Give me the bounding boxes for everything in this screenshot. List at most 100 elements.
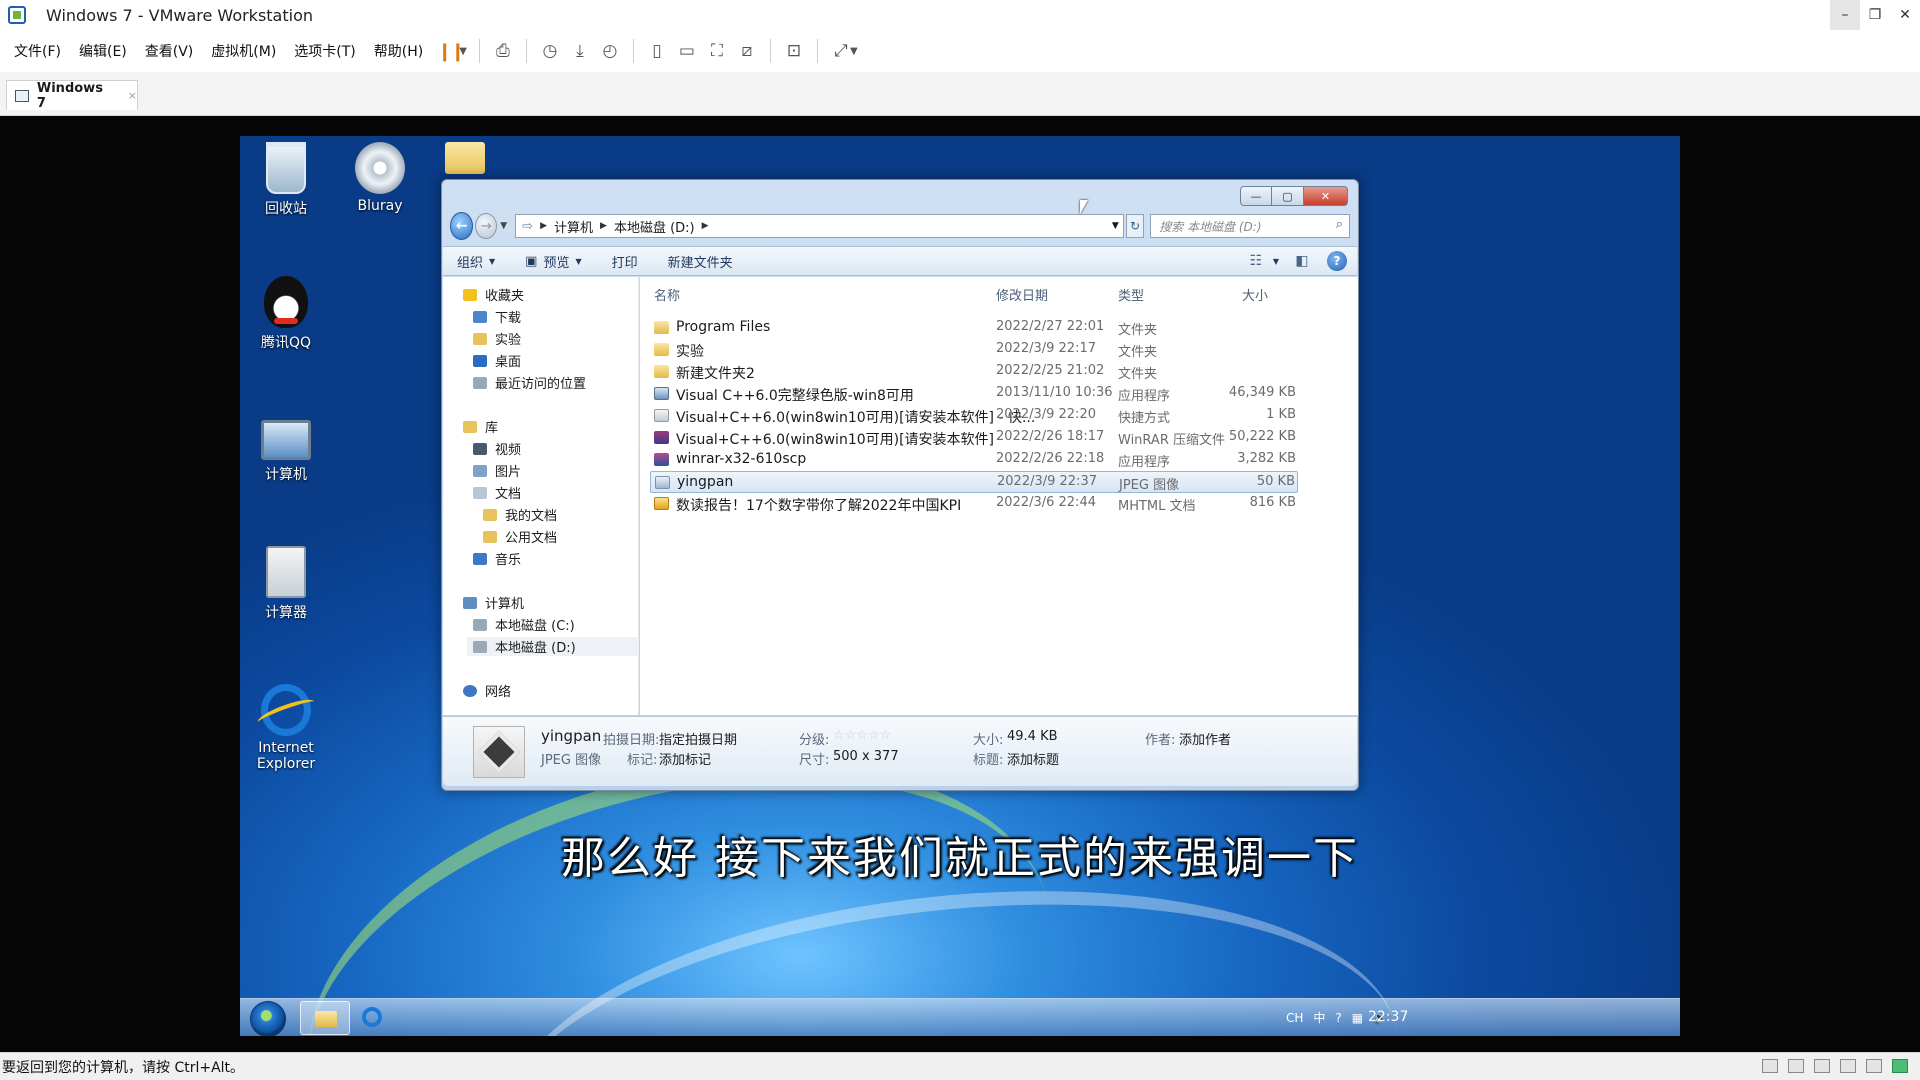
breadcrumb-drive-d[interactable]: 本地磁盘 (D:) [614,217,695,236]
hard-disk-status-icon[interactable] [1762,1059,1778,1073]
search-icon[interactable]: ⌕ [1336,217,1343,232]
desktop-icon-internet-explorer[interactable]: Internet Explorer [240,684,332,772]
library-view-icon[interactable]: ▯ [642,36,672,66]
file-list[interactable]: 名称 修改日期 类型 大小 Program Files 2022/2/27 22… [640,277,1358,715]
column-header-size[interactable]: 大小 [1242,285,1268,304]
volume-icon[interactable]: 🔈 [1373,1011,1388,1025]
rating-stars[interactable]: ☆☆☆☆☆ [833,728,891,743]
nav-desktop[interactable]: 桌面 [473,351,521,370]
nav-public-documents[interactable]: 公用文档 [483,527,557,546]
explorer-window[interactable]: — ▢ ✕ ← → ▼ ⇨ ▶ 计算机 ▶ 本地磁盘 (D:) ▶ ▼ ↻ 搜索… [441,179,1359,791]
ime-indicator[interactable]: 中 [1313,1009,1325,1026]
nav-drive-d[interactable]: 本地磁盘 (D:) [467,637,639,656]
nav-drive-c[interactable]: 本地磁盘 (C:) [473,615,575,634]
file-row[interactable]: 新建文件夹2 2022/2/25 21:02 文件夹 [650,361,1298,383]
chevron-right-icon[interactable]: ▶ [600,221,607,231]
guest-desktop[interactable]: 回收站 Bluray 腾讯QQ 计算机 计算器 Internet Explore… [240,136,1680,1036]
network-tray-icon[interactable]: ▦ [1352,1011,1363,1025]
stretch-dropdown-icon[interactable]: ▼ [850,46,858,57]
nav-network[interactable]: 网络 [463,681,511,700]
explorer-maximize-button[interactable]: ▢ [1272,186,1304,206]
file-row[interactable]: Visual+C++6.0(win8win10可用)[请安装本软件] 2022/… [650,427,1298,449]
nav-pictures[interactable]: 图片 [473,461,521,480]
unity-icon[interactable]: ⧄ [732,36,762,66]
print-button[interactable]: 打印 [612,252,638,271]
snapshot-icon[interactable]: ◷ [535,36,565,66]
file-row[interactable]: 实验 2022/3/9 22:17 文件夹 [650,339,1298,361]
nav-downloads[interactable]: 下载 [473,307,521,326]
desktop-icon-qq[interactable]: 腾讯QQ [240,276,332,352]
column-header-type[interactable]: 类型 [1118,285,1144,304]
desktop-icon-calculator[interactable]: 计算器 [240,546,332,622]
language-indicator[interactable]: CH [1286,1011,1303,1025]
back-arrow-icon[interactable]: ← [450,212,474,240]
menu-edit[interactable]: 编辑(E) [73,41,139,61]
column-header-name[interactable]: 名称 [654,285,680,304]
details-title-value[interactable]: 添加标题 [1007,749,1059,768]
folder-icon[interactable] [445,142,485,174]
file-row[interactable]: 数读报告！17个数字带你了解2022年中国KPI 2022/3/6 22:44 … [650,493,1298,515]
chevron-right-icon[interactable]: ▶ [540,221,547,231]
view-options-icon[interactable]: ☷ [1245,251,1267,271]
snapshot-manager-icon[interactable]: ◴ [595,36,625,66]
help-tray-icon[interactable]: ? [1335,1011,1341,1025]
forward-arrow-icon[interactable]: → [475,213,498,239]
send-ctrl-alt-del-icon[interactable]: ⎙ [488,36,518,66]
nav-documents[interactable]: 文档 [473,483,521,502]
taskbar-explorer-button[interactable] [300,1001,350,1035]
network-status-icon[interactable] [1814,1059,1830,1073]
preview-pane-icon[interactable]: ◧ [1291,251,1313,271]
close-button[interactable]: ✕ [1890,0,1920,30]
revert-snapshot-icon[interactable]: ⤓ [565,36,595,66]
minimize-button[interactable]: – [1830,0,1860,30]
pause-dropdown-icon[interactable]: ▼ [459,46,467,57]
desktop-icon-bluray[interactable]: Bluray [334,142,426,214]
file-row[interactable]: Visual C++6.0完整绿色版-win8可用 2013/11/10 10:… [650,383,1298,405]
console-view-icon[interactable]: ⊡ [779,36,809,66]
nav-recent-places[interactable]: 最近访问的位置 [473,373,586,392]
tab-close-icon[interactable]: × [128,89,137,102]
details-tags-value[interactable]: 添加标记 [659,749,711,768]
help-icon[interactable]: ? [1327,251,1347,271]
search-input[interactable]: 搜索 本地磁盘 (D:) ⌕ [1150,214,1350,238]
nav-computer[interactable]: 计算机 [463,593,524,612]
menu-file[interactable]: 文件(F) [8,41,73,61]
breadcrumb-computer[interactable]: 计算机 [554,217,593,236]
column-header-date[interactable]: 修改日期 [996,285,1048,304]
fullscreen-icon[interactable]: ⛶ [702,36,732,66]
nav-music[interactable]: 音乐 [473,549,521,568]
file-row-selected[interactable]: yingpan 2022/3/9 22:37 JPEG 图像 50 KB [650,471,1298,493]
chevron-down-icon[interactable]: ▼ [1273,257,1279,266]
file-row[interactable]: Visual+C++6.0(win8win10可用)[请安装本软件] - 快..… [650,405,1298,427]
refresh-icon[interactable]: ↻ [1125,214,1145,238]
tab-windows-7[interactable]: Windows 7 × [6,80,138,111]
nav-libraries[interactable]: 库 [463,417,498,436]
organize-button[interactable]: 组织 ▼ [457,252,495,271]
details-author-value[interactable]: 添加作者 [1179,729,1231,748]
cd-status-icon[interactable] [1788,1059,1804,1073]
recent-pages-dropdown-icon[interactable]: ▼ [500,221,507,231]
usb-status-icon[interactable] [1840,1059,1856,1073]
menu-help[interactable]: 帮助(H) [368,41,435,61]
menu-tabs[interactable]: 选项卡(T) [288,41,367,61]
nav-videos[interactable]: 视频 [473,439,521,458]
nav-experiment[interactable]: 实验 [473,329,521,348]
nav-my-documents[interactable]: 我的文档 [483,505,557,524]
desktop-icon-computer[interactable]: 计算机 [240,412,332,484]
explorer-close-button[interactable]: ✕ [1304,186,1348,206]
menu-vm[interactable]: 虚拟机(M) [205,41,288,61]
vm-message-icon[interactable] [1892,1059,1908,1073]
desktop-icon-recycle-bin[interactable]: 回收站 [240,142,332,218]
taskbar-clock[interactable]: 22:37 [1368,1009,1408,1025]
address-bar[interactable]: ⇨ ▶ 计算机 ▶ 本地磁盘 (D:) ▶ ▼ [515,214,1124,238]
menu-view[interactable]: 查看(V) [139,41,206,61]
new-folder-button[interactable]: 新建文件夹 [668,252,733,271]
thumbnail-view-icon[interactable]: ▭ [672,36,702,66]
details-date-value[interactable]: 指定拍摄日期 [659,729,737,748]
preview-button[interactable]: ▣ 预览 ▼ [525,252,581,271]
chevron-right-icon[interactable]: ▶ [702,221,709,231]
restore-button[interactable]: ❐ [1860,0,1890,30]
start-button-icon[interactable] [250,1001,286,1036]
file-row[interactable]: winrar-x32-610scp 2022/2/26 22:18 应用程序 3… [650,449,1298,471]
address-dropdown-icon[interactable]: ▼ [1112,221,1119,231]
